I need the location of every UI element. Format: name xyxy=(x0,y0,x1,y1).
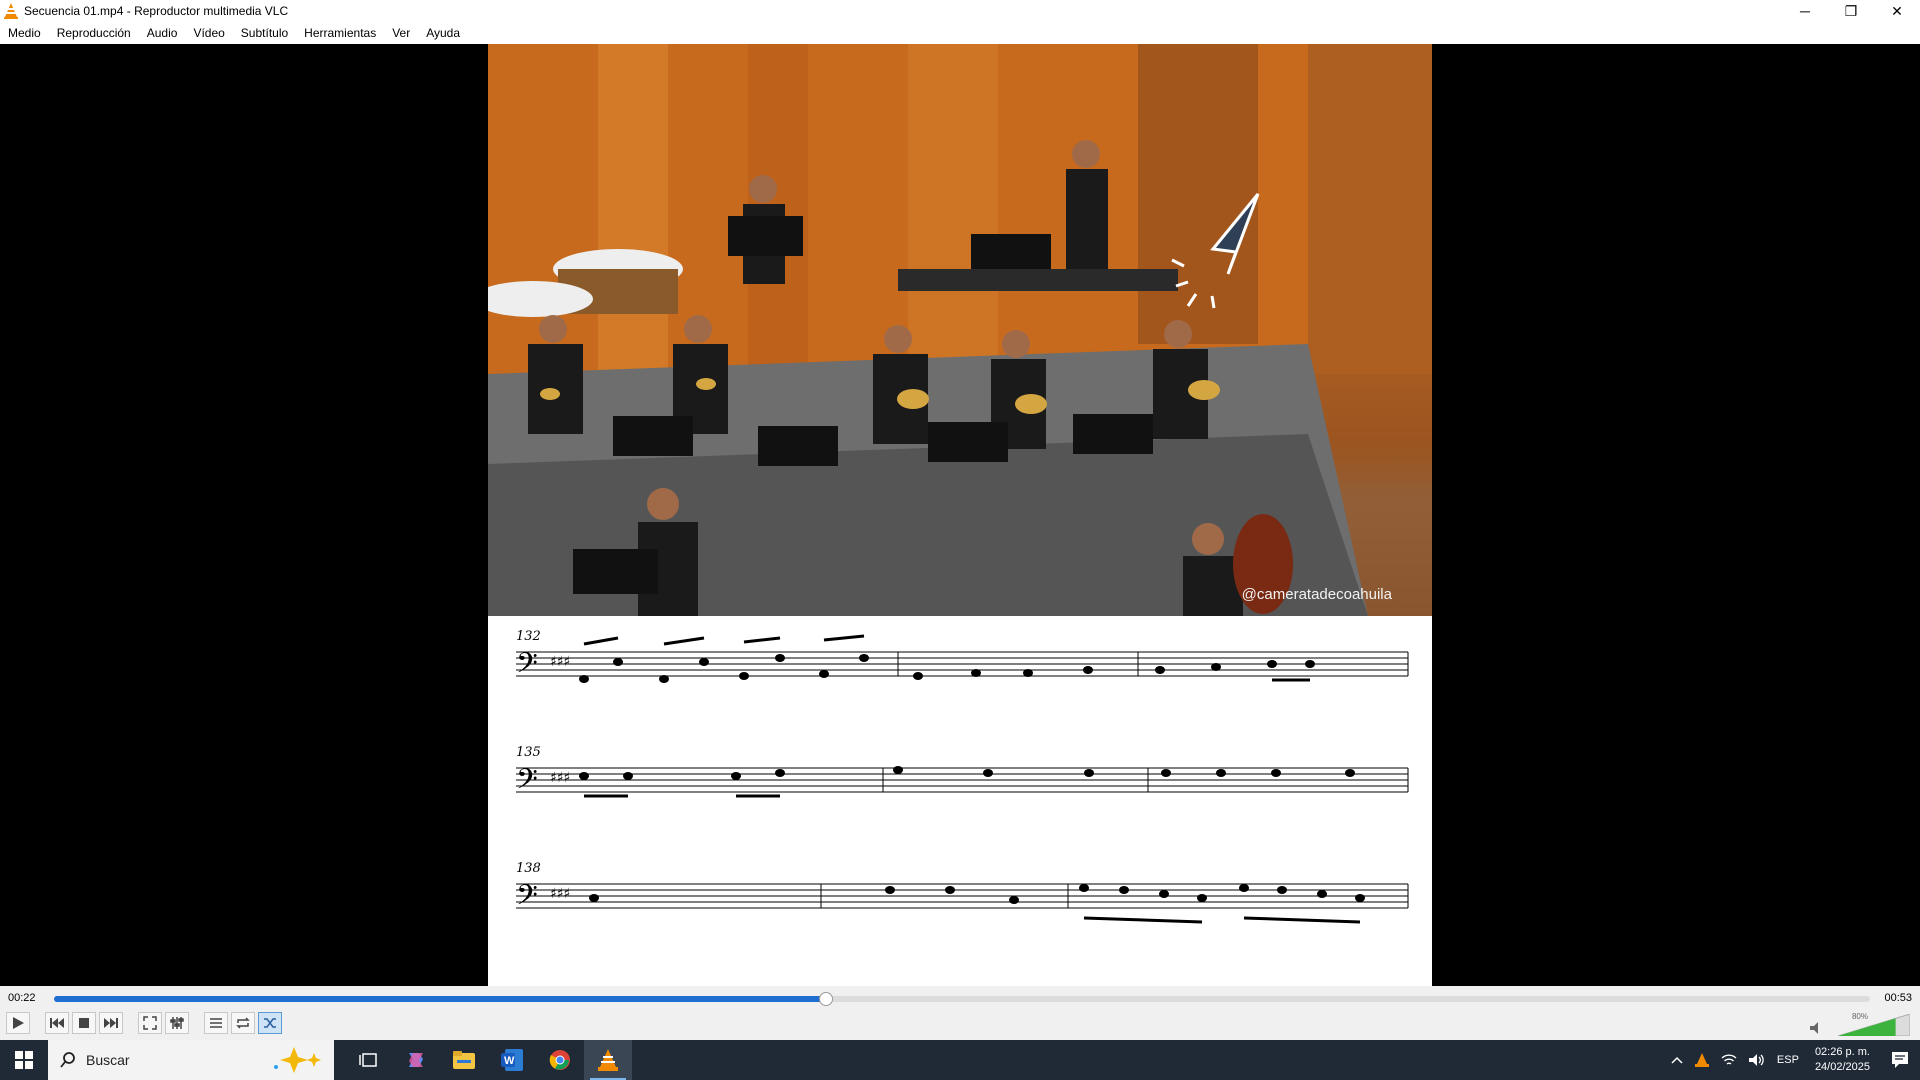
task-view-button[interactable] xyxy=(344,1040,392,1080)
menu-ayuda[interactable]: Ayuda xyxy=(426,26,460,40)
playlist-icon xyxy=(210,1018,222,1028)
equalizer-icon xyxy=(170,1017,184,1029)
stop-icon xyxy=(79,1018,89,1028)
menu-ver[interactable]: Ver xyxy=(392,26,410,40)
copilot-sparkle-icon xyxy=(274,1047,321,1073)
menu-video[interactable]: Vídeo xyxy=(193,26,224,40)
minimize-button[interactable]: ─ xyxy=(1782,0,1828,22)
window-title: Secuencia 01.mp4 - Reproductor multimedi… xyxy=(24,4,289,18)
menu-herramientas[interactable]: Herramientas xyxy=(304,26,376,40)
orchestra-video-scene xyxy=(488,44,1432,616)
video-watermark: @cameratadecoahuila xyxy=(1241,586,1392,603)
vlc-tray-icon xyxy=(1694,1053,1709,1067)
taskbar-word[interactable]: W xyxy=(488,1040,536,1080)
search-icon xyxy=(60,1052,75,1068)
svg-text:♯♯♯: ♯♯♯ xyxy=(550,770,570,786)
sheet-music: 132 135 138 𝄢 𝄢 𝄢 ♯♯♯ ♯♯♯ ♯♯♯ xyxy=(488,616,1432,986)
play-button[interactable] xyxy=(6,1012,30,1034)
orchestra-illustration xyxy=(488,44,1432,616)
fullscreen-icon xyxy=(143,1016,157,1030)
loop-icon xyxy=(236,1017,250,1029)
previous-icon xyxy=(50,1018,64,1028)
seek-handle[interactable] xyxy=(818,992,833,1006)
volume-slider[interactable] xyxy=(1838,1014,1910,1036)
menu-audio[interactable]: Audio xyxy=(147,26,178,40)
svg-text:♯♯♯: ♯♯♯ xyxy=(550,654,570,670)
fullscreen-button[interactable] xyxy=(138,1012,162,1034)
extended-settings-button[interactable] xyxy=(165,1012,189,1034)
clock-time: 02:26 p. m. xyxy=(1814,1046,1870,1058)
video-area[interactable]: 132 135 138 𝄢 𝄢 𝄢 ♯♯♯ ♯♯♯ ♯♯♯ @cameratad… xyxy=(0,44,1920,986)
taskbar: Buscar W ESP 02:26 p. m. 24/02/2025 xyxy=(0,1040,1920,1080)
tray-volume[interactable] xyxy=(1748,1053,1765,1067)
next-button[interactable] xyxy=(99,1012,123,1034)
speaker-icon[interactable] xyxy=(1810,1022,1824,1034)
svg-text:𝄢: 𝄢 xyxy=(516,879,538,919)
language-indicator[interactable]: ESP xyxy=(1777,1054,1799,1066)
loop-button[interactable] xyxy=(231,1012,255,1034)
svg-text:W: W xyxy=(504,1055,515,1067)
playlist-button[interactable] xyxy=(204,1012,228,1034)
stop-button[interactable] xyxy=(72,1012,96,1034)
system-tray: ESP 02:26 p. m. 24/02/2025 xyxy=(1665,1040,1920,1080)
folder-icon xyxy=(453,1051,475,1069)
seek-progress xyxy=(54,996,826,1002)
svg-text:𝄢: 𝄢 xyxy=(516,647,538,687)
copilot-icon xyxy=(409,1053,423,1067)
shuffle-button[interactable] xyxy=(258,1012,282,1034)
video-frame[interactable]: 132 135 138 𝄢 𝄢 𝄢 ♯♯♯ ♯♯♯ ♯♯♯ @cameratad… xyxy=(488,44,1432,986)
word-icon: W xyxy=(501,1049,523,1071)
measure-number: 132 xyxy=(516,629,541,644)
task-view-icon xyxy=(359,1053,377,1067)
taskbar-copilot[interactable] xyxy=(392,1040,440,1080)
restore-button[interactable]: ❐ xyxy=(1828,0,1874,22)
measure-number: 135 xyxy=(516,745,541,760)
vlc-cone-icon xyxy=(4,3,18,19)
seek-bar[interactable] xyxy=(54,992,1870,1006)
chevron-up-icon xyxy=(1671,1056,1683,1064)
menu-medio[interactable]: Medio xyxy=(8,26,41,40)
play-icon xyxy=(13,1017,24,1029)
previous-button[interactable] xyxy=(45,1012,69,1034)
clock-date: 24/02/2025 xyxy=(1814,1061,1870,1073)
next-icon xyxy=(104,1018,118,1028)
taskbar-search[interactable]: Buscar xyxy=(48,1040,334,1080)
sheet-music-staves: 132 135 138 𝄢 𝄢 𝄢 ♯♯♯♯♯♯♯♯♯ xyxy=(516,629,1409,924)
player-controls: 00:22 00:53 80% xyxy=(0,986,1920,1040)
measure-number: 138 xyxy=(516,861,541,876)
notifications-button[interactable] xyxy=(1880,1040,1920,1080)
taskbar-vlc[interactable] xyxy=(584,1040,632,1080)
menu-reproduccion[interactable]: Reproducción xyxy=(57,26,131,40)
current-time: 00:22 xyxy=(8,992,36,1004)
total-time: 00:53 xyxy=(1884,992,1912,1004)
search-placeholder: Buscar xyxy=(86,1052,130,1068)
volume-control[interactable]: 80% xyxy=(1810,1012,1910,1036)
title-bar: Secuencia 01.mp4 - Reproductor multimedi… xyxy=(0,0,1920,22)
taskbar-chrome[interactable] xyxy=(536,1040,584,1080)
notification-icon xyxy=(1892,1052,1908,1068)
taskbar-file-explorer[interactable] xyxy=(440,1040,488,1080)
svg-text:𝄢: 𝄢 xyxy=(516,763,538,803)
chrome-icon xyxy=(549,1050,570,1070)
svg-text:♯♯♯: ♯♯♯ xyxy=(550,886,570,902)
tray-vlc[interactable] xyxy=(1694,1053,1709,1067)
close-button[interactable]: ✕ xyxy=(1874,0,1920,22)
wifi-icon xyxy=(1721,1054,1737,1065)
clock[interactable]: 02:26 p. m. 24/02/2025 xyxy=(1815,1045,1870,1075)
show-hidden-icons-button[interactable] xyxy=(1671,1056,1683,1064)
menu-bar: Medio Reproducción Audio Vídeo Subtítulo… xyxy=(0,22,1920,44)
vlc-cone-icon xyxy=(598,1049,618,1071)
menu-subtitulo[interactable]: Subtítulo xyxy=(241,26,288,40)
start-button[interactable] xyxy=(0,1040,48,1080)
volume-icon xyxy=(1748,1054,1764,1066)
shuffle-icon xyxy=(264,1018,276,1028)
windows-icon xyxy=(15,1051,33,1069)
tray-network[interactable] xyxy=(1721,1053,1737,1067)
